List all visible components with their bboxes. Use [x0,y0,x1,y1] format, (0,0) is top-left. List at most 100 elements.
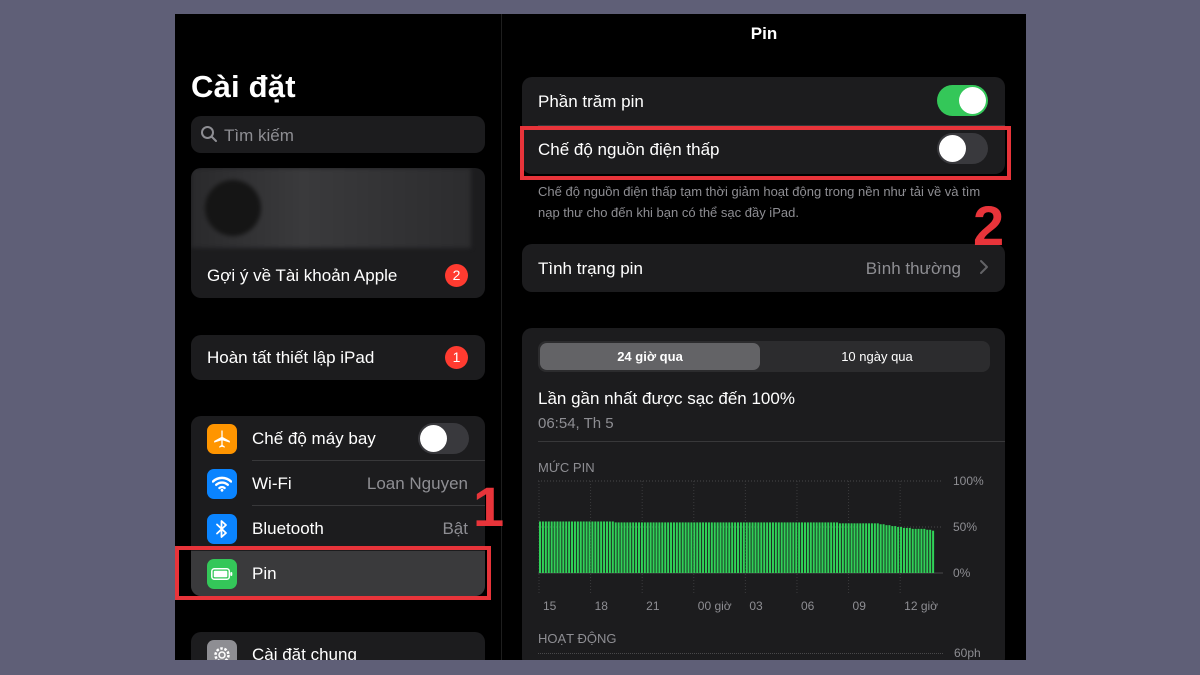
battery-bar [667,522,670,573]
battery-bar [707,522,710,573]
battery-bar [836,522,839,573]
account-suggestion-badge: 2 [445,264,468,287]
battery-bar [565,521,568,573]
battery-bar [605,521,608,573]
bluetooth-icon [207,514,237,544]
battery-bar [571,521,574,573]
battery-bar [789,522,792,573]
avatar [205,180,261,236]
battery-bar [699,522,702,573]
battery-bar [803,522,806,573]
chevron-right-icon [979,258,989,281]
battery-bar [824,522,827,573]
battery-bar [745,522,748,573]
battery-bar [926,529,929,573]
wifi-icon [207,469,237,499]
account-card[interactable]: Gợi ý về Tài khoản Apple 2 [191,168,485,298]
sidebar-item-airplane-mode[interactable]: Chế độ máy bay [191,416,485,461]
step-number-2: 2 [973,194,1005,257]
battery-bar [611,521,614,573]
battery-bar [544,521,547,573]
battery-bar [766,522,769,573]
last-charged-time: 06:54, Th 5 [538,415,614,432]
battery-bar [894,526,897,573]
sidebar-item-bluetooth[interactable]: Bluetooth Bật [191,506,485,551]
battery-bar [573,521,576,573]
battery-bar [911,528,914,573]
battery-bar [597,521,600,573]
battery-bar [853,523,856,573]
battery-percentage-toggle[interactable] [937,85,988,116]
finish-setup-row[interactable]: Hoàn tất thiết lập iPad 1 [191,335,485,380]
battery-bar [862,523,865,573]
sidebar-item-general[interactable]: Cài đặt chung [191,632,485,660]
battery-bar [792,522,795,573]
battery-bar [739,522,742,573]
battery-bar [710,522,713,573]
battery-detail-pane: Pin Phần trăm pin Chế độ nguồn điện thấp… [502,14,1026,660]
low-power-footnote: Chế độ nguồn điện thấp tạm thời giảm hoạ… [538,184,981,220]
battery-bar [731,522,734,573]
bluetooth-label: Bluetooth [252,519,324,538]
battery-percentage-row: Phần trăm pin [522,77,1005,125]
battery-bar [655,522,658,573]
battery-bar [687,522,690,573]
battery-bar [771,522,774,573]
battery-bar [888,525,891,573]
y-tick-label: 50% [953,520,977,534]
battery-health-row[interactable]: Tình trạng pin Bình thường [522,244,1005,292]
battery-bar [844,523,847,573]
battery-bar [737,522,740,573]
battery-bar [833,522,836,573]
bluetooth-value: Bật [442,519,468,538]
battery-health-value: Bình thường [865,259,961,278]
battery-bar [748,522,751,573]
sidebar-item-wifi[interactable]: Wi-Fi Loan Nguyen [191,461,485,506]
battery-bar [559,521,562,573]
battery-bar [783,522,786,573]
battery-bar [795,522,798,573]
step-number-1: 1 [473,475,505,538]
battery-bar [754,522,757,573]
battery-bar [879,524,882,573]
battery-bar [751,522,754,573]
battery-bar [870,523,873,573]
wifi-label: Wi-Fi [252,474,292,493]
battery-bar [646,522,649,573]
battery-bar [780,522,783,573]
battery-bar [539,521,542,573]
battery-bar [897,527,900,573]
battery-bar [568,521,571,573]
account-profile-blurred[interactable] [191,168,471,248]
page-title: Pin [750,24,778,43]
x-tick-label: 12 giờ [904,599,938,613]
battery-bar [929,529,932,573]
segment-10d[interactable]: 10 ngày qua [764,341,990,372]
battery-bar [827,522,830,573]
highlight-box-battery [175,546,491,600]
battery-bar [678,522,681,573]
battery-bar [812,522,815,573]
segment-24h[interactable]: 24 giờ qua [540,343,760,370]
battery-bar [769,522,772,573]
search-input[interactable]: Tìm kiếm [191,116,485,153]
battery-bar [914,528,917,573]
battery-bar [830,522,833,573]
battery-level-chart: 100% 50% 0% 15 18 21 00 giờ 03 06 09 12 giờ [538,474,984,613]
activity-label: HOẠT ĐỘNG [538,631,617,646]
highlight-box-low-power-mode [520,126,1011,180]
general-label: Cài đặt chung [252,645,357,660]
battery-percentage-label: Phần trăm pin [538,92,644,111]
battery-bar [620,522,623,573]
battery-bar [728,522,731,573]
account-suggestion-label: Gợi ý về Tài khoản Apple [207,266,398,285]
battery-bar [722,522,725,573]
battery-bar [725,522,728,573]
battery-bar [850,523,853,573]
battery-bar [809,522,812,573]
battery-bar [690,522,693,573]
y-tick-label: 0% [953,566,971,580]
airplane-mode-toggle[interactable] [418,423,469,454]
battery-bar [562,521,565,573]
battery-health-label: Tình trạng pin [538,259,643,278]
